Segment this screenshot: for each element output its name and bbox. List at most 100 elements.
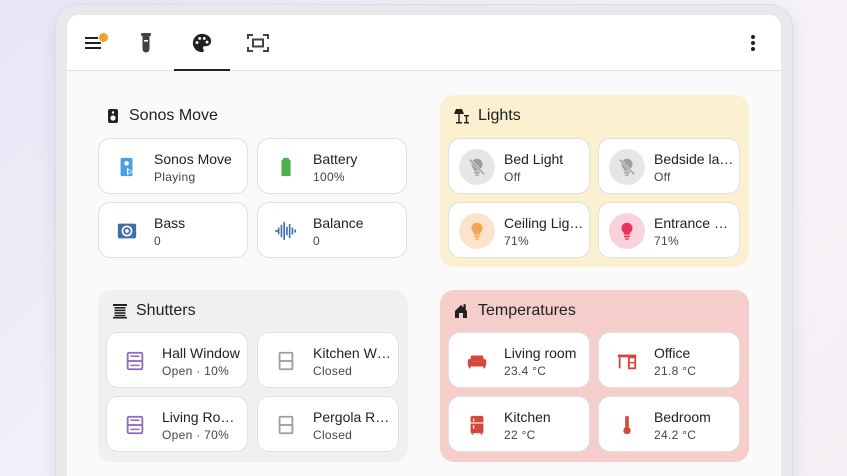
tile-icon <box>117 407 153 443</box>
section-title-sonos: Sonos Move <box>105 107 218 125</box>
lightbulb-icon <box>471 222 483 240</box>
tile-entrance-lamp[interactable]: Entrance Lamp 71% <box>598 202 740 258</box>
tile-state: Open · 10% <box>162 364 230 378</box>
tile-icon <box>268 343 304 379</box>
window-shutter-closed-icon <box>278 415 294 435</box>
floor-lamp-icon <box>454 109 469 124</box>
tile-name: Bedside lamp <box>654 151 734 167</box>
section-shutters: Shutters Hall Window Open · 10% Kitchen … <box>98 290 408 462</box>
tile-bass[interactable]: Bass 0 <box>98 202 248 258</box>
tile-balance[interactable]: Balance 0 <box>257 202 407 258</box>
tile-icon <box>459 213 495 249</box>
tile-name: Bed Light <box>504 151 564 167</box>
surround-icon <box>117 223 137 239</box>
tile-battery[interactable]: Battery 100% <box>257 138 407 194</box>
section-title-temperatures: Temperatures <box>454 302 576 320</box>
tile-state: Closed <box>313 364 353 378</box>
notification-badge <box>98 32 109 43</box>
tile-state: Off <box>504 170 521 184</box>
more-options-button[interactable] <box>737 27 769 59</box>
blinds-icon <box>113 304 127 319</box>
desk-icon <box>617 354 637 370</box>
window-shutter-open-icon <box>126 415 144 435</box>
tile-bedroom-temp[interactable]: Bedroom 24.2 °C <box>598 396 740 452</box>
tile-icon <box>459 343 495 379</box>
tile-icon <box>109 213 145 249</box>
tile-icon <box>268 149 304 185</box>
section-lights: Lights Bed Light Off Bedside lamp Off Ce… <box>440 95 749 267</box>
tile-name: Bedroom <box>654 409 711 425</box>
fullscreen-icon <box>247 34 269 52</box>
tile-name: Entrance Lamp <box>654 215 734 231</box>
tile-name: Battery <box>313 151 358 167</box>
palette-icon <box>192 33 212 53</box>
tile-ceiling-lights[interactable]: Ceiling Lights 71% <box>448 202 590 258</box>
tile-icon <box>459 407 495 443</box>
sofa-icon <box>467 355 487 369</box>
tile-state: 100% <box>313 170 345 184</box>
tile-state: Closed <box>313 428 353 442</box>
dashboard-screen: Sonos Move Sonos Move Playing Battery 10… <box>67 15 781 476</box>
tile-name: Ceiling Lights <box>504 215 584 231</box>
tile-living-room-window[interactable]: Living Room Window Open · 70% <box>106 396 248 452</box>
edit-toolbar <box>67 15 781 71</box>
more-vertical-icon <box>751 35 755 51</box>
tile-name: Bass <box>154 215 186 231</box>
lightbulb-icon <box>621 222 633 240</box>
tile-state: 24.2 °C <box>654 428 697 442</box>
tile-state: 0 <box>154 234 161 248</box>
section-temperatures: Temperatures Living room 23.4 °C Office … <box>440 290 749 462</box>
section-title-shutters: Shutters <box>112 302 196 320</box>
tile-name: Pergola Roof <box>313 409 393 425</box>
tile-state: 22 °C <box>504 428 536 442</box>
tile-living-room-temp[interactable]: Living room 23.4 °C <box>448 332 590 388</box>
tile-icon <box>117 343 153 379</box>
tile-kitchen-temp[interactable]: Kitchen 22 °C <box>448 396 590 452</box>
tile-name: Balance <box>313 215 364 231</box>
lightbulb-off-icon <box>618 158 636 176</box>
tile-bedside-lamp[interactable]: Bedside lamp Off <box>598 138 740 194</box>
tile-name: Office <box>654 345 691 361</box>
tile-icon <box>609 407 645 443</box>
tile-name: Hall Window <box>162 345 240 361</box>
lightbulb-off-icon <box>468 158 486 176</box>
tile-hall-window[interactable]: Hall Window Open · 10% <box>106 332 248 388</box>
tile-state: 21.8 °C <box>654 364 697 378</box>
tile-icon <box>609 343 645 379</box>
thermometer-icon <box>623 415 631 435</box>
tile-name: Kitchen <box>504 409 551 425</box>
waveform-icon <box>275 221 296 241</box>
fridge-icon <box>470 415 484 435</box>
tile-office-temp[interactable]: Office 21.8 °C <box>598 332 740 388</box>
tile-icon <box>609 213 645 249</box>
tile-state: 23.4 °C <box>504 364 547 378</box>
test-tube-icon <box>141 33 151 53</box>
tab-fullscreen[interactable] <box>242 27 274 59</box>
tile-bed-light[interactable]: Bed Light Off <box>448 138 590 194</box>
window-shutter-open-icon <box>126 351 144 371</box>
tile-icon <box>459 149 495 185</box>
tile-state: 71% <box>654 234 679 248</box>
home-thermometer-icon <box>455 304 467 318</box>
speaker-icon <box>108 109 118 123</box>
tab-theme[interactable] <box>186 27 218 59</box>
tile-state: 71% <box>504 234 529 248</box>
tile-kitchen-window[interactable]: Kitchen Window Closed <box>257 332 399 388</box>
battery-icon <box>281 157 291 177</box>
tile-state: Off <box>654 170 671 184</box>
window-shutter-closed-icon <box>278 351 294 371</box>
section-sonos: Sonos Move Sonos Move Playing Battery 10… <box>97 95 411 267</box>
tile-icon <box>609 149 645 185</box>
tile-name: Sonos Move <box>154 151 232 167</box>
tile-name: Living Room Window <box>162 409 242 425</box>
tab-developer[interactable] <box>130 27 162 59</box>
tile-icon <box>268 407 304 443</box>
tile-icon <box>109 149 145 185</box>
tile-sonos-move[interactable]: Sonos Move Playing <box>98 138 248 194</box>
tile-icon <box>268 213 304 249</box>
active-tab-indicator <box>174 69 230 71</box>
tile-state: Playing <box>154 170 196 184</box>
tile-name: Kitchen Window <box>313 345 393 361</box>
tile-name: Living room <box>504 345 577 361</box>
tile-pergola-roof[interactable]: Pergola Roof Closed <box>257 396 399 452</box>
